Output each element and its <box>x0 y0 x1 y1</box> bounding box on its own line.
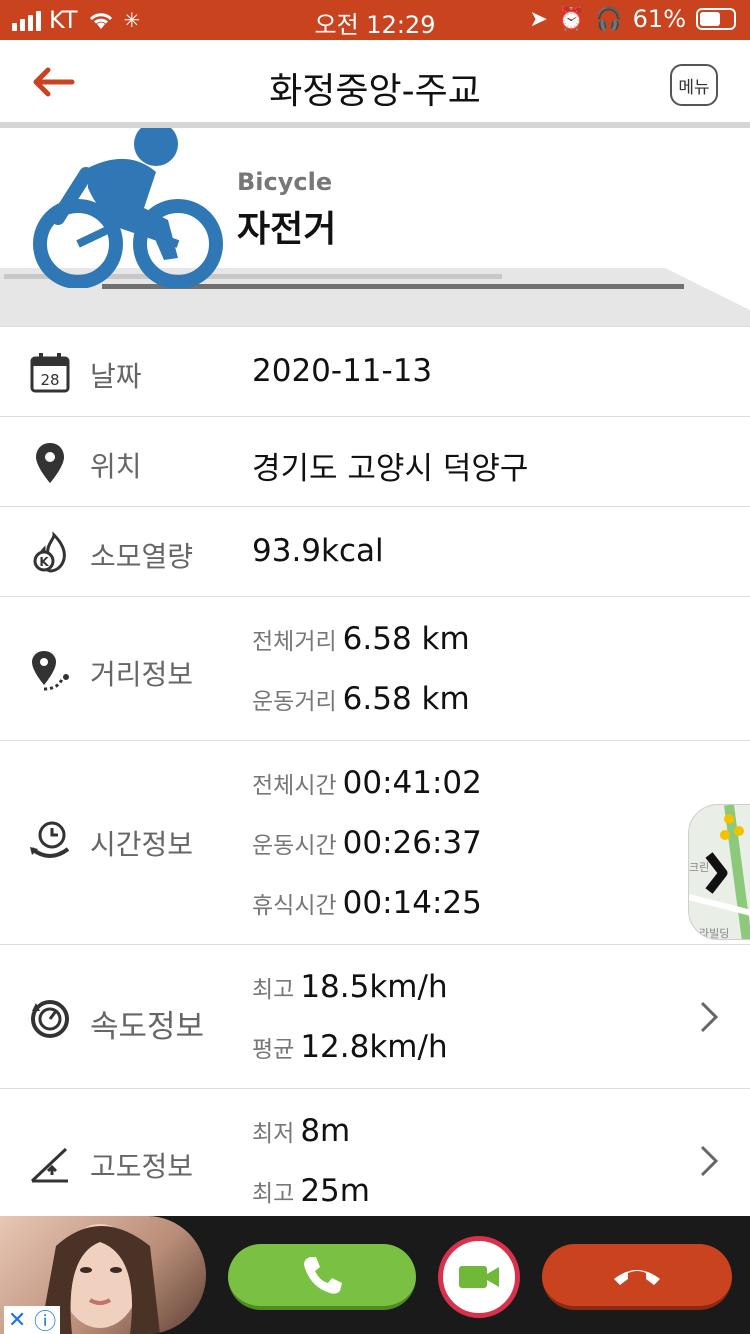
header: 화정중앙-주교 메뉴 <box>0 40 750 122</box>
menu-button[interactable]: 메뉴 <box>670 64 718 106</box>
exercise-time: 운동시간 00:26:37 <box>252 825 482 861</box>
avg-speed: 평균 12.8km/h <box>252 1029 448 1065</box>
activity-subtitle: Bicycle <box>237 168 333 196</box>
total-distance-key: 전체거리 <box>252 629 337 655</box>
kcal-flame-icon: K <box>33 531 66 573</box>
max-altitude-value: 25m <box>300 1173 370 1209</box>
exercise-distance-key: 운동거리 <box>252 689 337 715</box>
clock-cycle-icon <box>30 821 70 858</box>
svg-text:28: 28 <box>40 371 59 389</box>
page-title: 화정중앙-주교 <box>269 71 481 112</box>
battery-percent: 61% <box>632 5 686 33</box>
exercise-distance-value: 6.58 km <box>342 681 470 717</box>
chevron-right-icon[interactable] <box>698 1143 720 1179</box>
altitude-slope-icon <box>30 1147 68 1183</box>
max-speed-key: 최고 <box>252 977 295 1003</box>
status-bar: KT ✳ 오전 12:29 ➤ ⏰ 🎧 61% <box>0 0 750 40</box>
bicycle-icon <box>33 128 223 288</box>
min-altitude-key: 최저 <box>252 1121 295 1147</box>
total-distance-value: 6.58 km <box>342 621 470 657</box>
max-altitude: 최고 25m <box>252 1173 370 1209</box>
calories-label: 소모열량 <box>90 540 194 573</box>
activity-name: 자전거 <box>237 209 337 250</box>
location-pin-icon <box>36 443 64 483</box>
svg-text:K: K <box>39 555 49 569</box>
map-thumbnail-button[interactable]: 크린 라빌딩 <box>688 804 750 940</box>
distance-row: 거리정보 전체거리 6.58 km 운동거리 6.58 km <box>0 596 750 740</box>
time-row: 시간정보 전체시간 00:41:02 운동시간 00:26:37 휴식시간 00:14… <box>0 740 750 944</box>
calendar-icon: 28 <box>30 353 70 393</box>
exercise-time-key: 운동시간 <box>252 833 337 859</box>
info-list: 28 날짜 2020-11-13 위치 경기도 고양시 덕양구 K 소모열량 9… <box>0 326 750 1220</box>
calories-value: 93.9kcal <box>252 533 384 569</box>
total-distance: 전체거리 6.58 km <box>252 621 470 657</box>
max-altitude-key: 최고 <box>252 1181 295 1207</box>
date-row: 28 날짜 2020-11-13 <box>0 326 750 416</box>
ad-info-icon[interactable]: ⓘ <box>34 1304 56 1334</box>
rest-time: 휴식시간 00:14:25 <box>252 885 482 921</box>
ad-banner[interactable]: ✕ ⓘ <box>0 1216 750 1334</box>
ad-video-call-button[interactable] <box>438 1236 520 1318</box>
calories-row: K 소모열량 93.9kcal <box>0 506 750 596</box>
map-preview: 크린 라빌딩 <box>689 805 750 939</box>
avg-speed-value: 12.8km/h <box>300 1029 448 1065</box>
min-altitude: 최저 8m <box>252 1113 350 1149</box>
speed-row[interactable]: 속도정보 최고 18.5km/h 평균 12.8km/h <box>0 944 750 1088</box>
phone-icon <box>304 1257 342 1294</box>
time-label: 시간정보 <box>90 828 194 861</box>
location-value: 경기도 고양시 덕양구 <box>252 451 529 487</box>
ad-close[interactable]: ✕ ⓘ <box>4 1306 60 1334</box>
alarm-icon: ⏰ <box>557 6 586 32</box>
date-label: 날짜 <box>90 360 142 393</box>
distance-label: 거리정보 <box>90 658 194 691</box>
total-time: 전체시간 00:41:02 <box>252 765 482 801</box>
location-arrow-icon: ➤ <box>529 6 548 32</box>
battery-icon <box>696 8 736 30</box>
chevron-right-icon[interactable] <box>698 999 720 1035</box>
exercise-distance: 운동거리 6.58 km <box>252 681 470 717</box>
avg-speed-key: 평균 <box>252 1037 295 1063</box>
date-value: 2020-11-13 <box>252 353 433 389</box>
speed-label: 속도정보 <box>90 1009 205 1045</box>
location-row: 위치 경기도 고양시 덕양구 <box>0 416 750 506</box>
altitude-row[interactable]: 고도정보 최저 8m 최고 25m <box>0 1088 750 1220</box>
ad-accept-call-button[interactable] <box>228 1244 416 1310</box>
speedometer-icon <box>31 1000 69 1038</box>
close-icon[interactable]: ✕ <box>8 1308 26 1333</box>
altitude-label: 고도정보 <box>90 1150 194 1183</box>
rest-time-value: 00:14:25 <box>342 885 482 921</box>
activity-banner: Bicycle 자전거 <box>0 128 750 326</box>
video-camera-icon <box>459 1266 499 1288</box>
rest-time-key: 휴식시간 <box>252 893 337 919</box>
ad-decline-call-button[interactable] <box>542 1244 732 1310</box>
total-time-key: 전체시간 <box>252 773 337 799</box>
battery-fill <box>700 12 720 26</box>
max-speed: 최고 18.5km/h <box>252 969 448 1005</box>
total-time-value: 00:41:02 <box>342 765 482 801</box>
svg-text:크린: 크린 <box>689 861 709 874</box>
route-pin-icon <box>32 651 69 691</box>
location-label: 위치 <box>90 450 142 483</box>
exercise-time-value: 00:26:37 <box>342 825 482 861</box>
max-speed-value: 18.5km/h <box>300 969 448 1005</box>
headphones-icon: 🎧 <box>595 6 623 32</box>
hang-up-icon <box>614 1270 660 1285</box>
min-altitude-value: 8m <box>300 1113 351 1149</box>
